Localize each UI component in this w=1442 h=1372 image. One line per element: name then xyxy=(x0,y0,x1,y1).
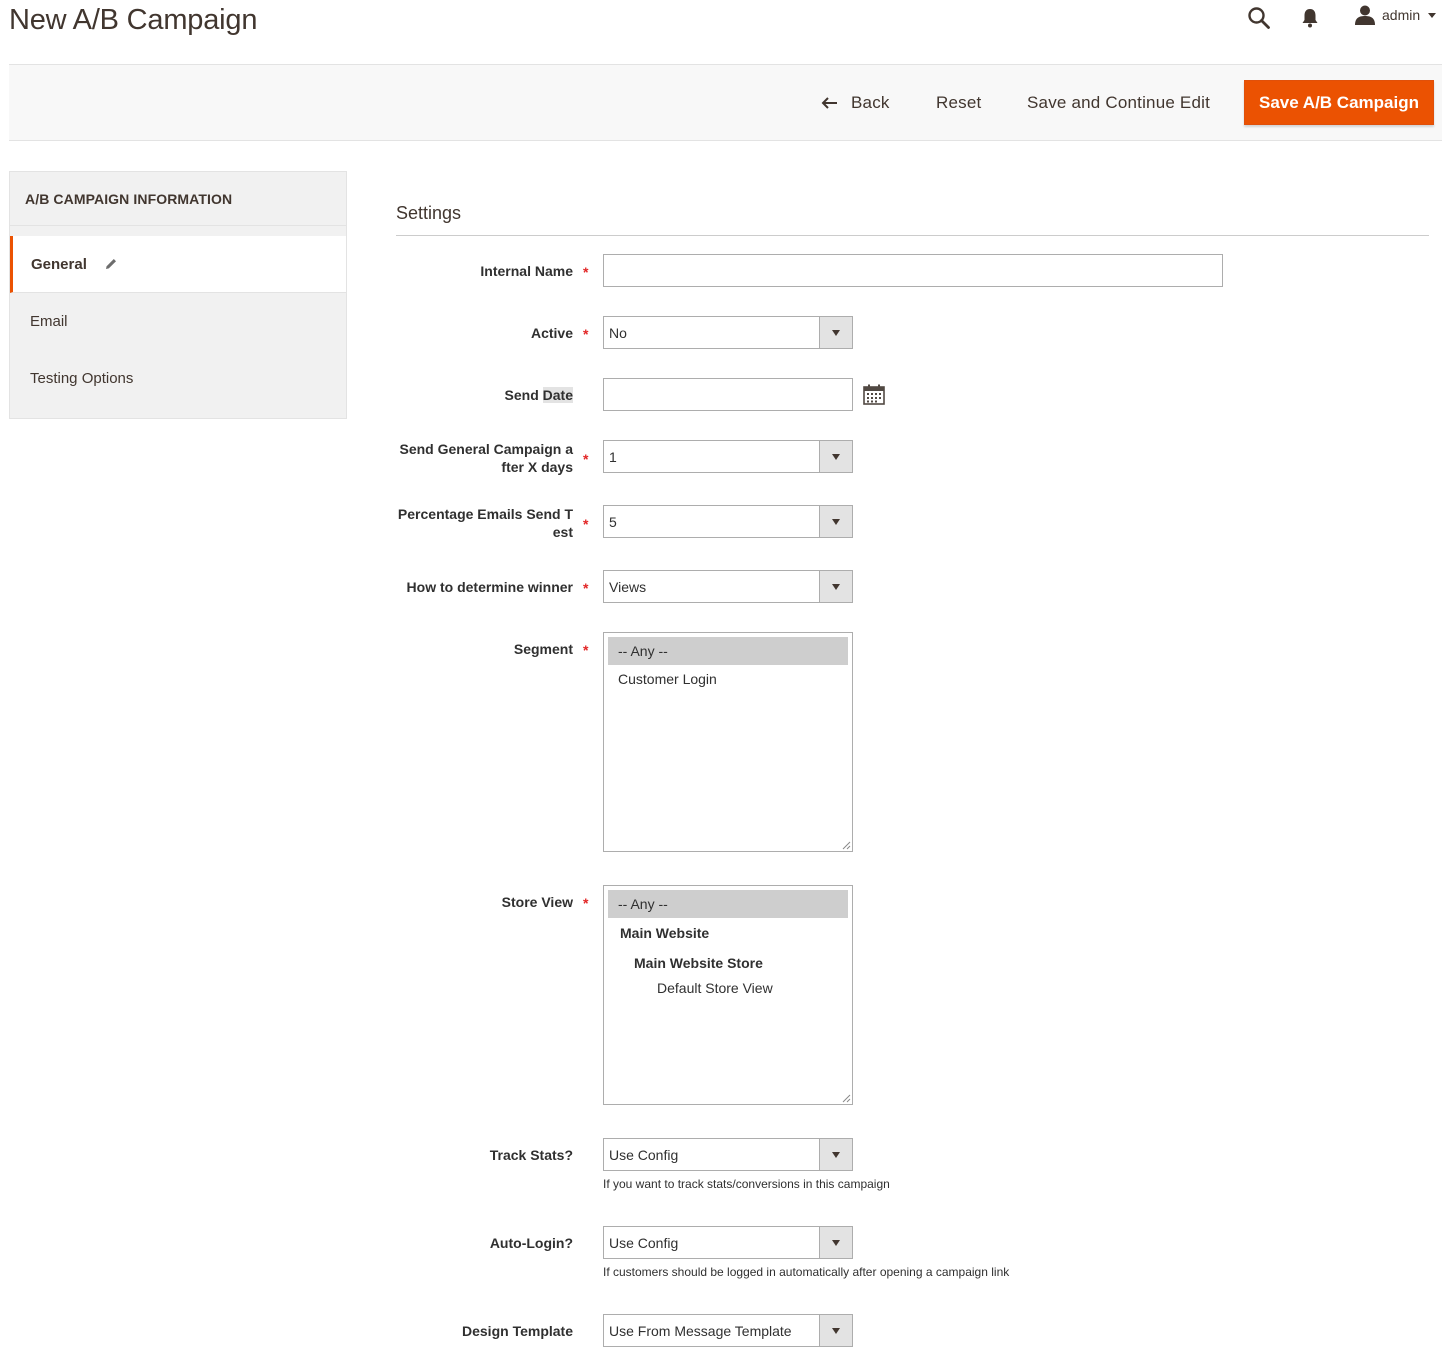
reset-button[interactable]: Reset xyxy=(936,65,981,141)
chevron-down-icon xyxy=(819,571,852,602)
resize-grip-icon[interactable] xyxy=(842,1094,851,1103)
store-view-label: Store View xyxy=(501,894,573,910)
auto-login-value: Use Config xyxy=(609,1234,679,1251)
search-icon[interactable] xyxy=(1247,6,1271,30)
store-view-group-website: Main Website xyxy=(620,925,710,941)
design-template-value: Use From Message Template xyxy=(609,1322,792,1339)
back-button[interactable]: Back xyxy=(821,65,890,141)
auto-login-select[interactable]: Use Config xyxy=(603,1226,853,1259)
store-view-multiselect[interactable]: -- Any -- Main Website Main Website Stor… xyxy=(603,885,853,1105)
send-date-label-part1: Send xyxy=(504,387,543,403)
save-campaign-button[interactable]: Save A/B Campaign xyxy=(1244,80,1434,125)
pencil-icon xyxy=(105,259,116,269)
send-general-label-line1: Send General Campaign a xyxy=(399,441,574,457)
sidebar-item-general[interactable]: General xyxy=(10,236,346,293)
user-menu[interactable]: admin xyxy=(1354,4,1437,26)
send-date-label-part2: Date xyxy=(542,387,573,403)
active-label: Active xyxy=(530,325,573,341)
chevron-down-icon xyxy=(819,506,852,537)
internal-name-label: Internal Name xyxy=(480,263,573,279)
active-select[interactable]: No xyxy=(603,316,853,349)
winner-value: Views xyxy=(609,578,647,595)
design-template-select[interactable]: Use From Message Template xyxy=(603,1314,853,1347)
internal-name-input[interactable] xyxy=(603,254,1223,287)
track-stats-select[interactable]: Use Config xyxy=(603,1138,853,1171)
chevron-down-icon xyxy=(819,317,852,348)
auto-login-note: If customers should be logged in automat… xyxy=(603,1265,1010,1279)
winner-label: How to determine winner xyxy=(406,579,573,595)
segment-option-any[interactable]: -- Any -- xyxy=(608,637,848,665)
chevron-down-icon xyxy=(819,1315,852,1346)
save-continue-button[interactable]: Save and Continue Edit xyxy=(1027,65,1210,141)
percentage-select[interactable]: 5 xyxy=(603,505,853,538)
required-marker: * xyxy=(583,326,589,342)
user-icon xyxy=(1355,5,1375,25)
send-general-label-line2: fter X days xyxy=(501,459,573,475)
send-date-label: Send Date xyxy=(396,386,573,404)
store-view-option-default[interactable]: Default Store View xyxy=(608,978,848,1000)
active-value: No xyxy=(609,324,627,341)
percentage-value: 5 xyxy=(609,513,617,530)
sidebar-title: A/B Campaign Information xyxy=(10,172,346,226)
campaign-info-sidebar: A/B Campaign Information General Email T… xyxy=(9,171,347,419)
send-general-value: 1 xyxy=(609,448,617,465)
required-marker: * xyxy=(583,642,589,658)
percentage-label-line1: Percentage Emails Send T xyxy=(397,506,573,522)
percentage-label: Percentage Emails Send T est xyxy=(396,505,573,541)
page-actions-toolbar: Back Reset Save and Continue Edit Save A… xyxy=(9,64,1442,141)
send-general-select[interactable]: 1 xyxy=(603,440,853,473)
settings-title: Settings xyxy=(396,203,462,223)
send-general-label: Send General Campaign a fter X days xyxy=(396,440,574,476)
track-stats-value: Use Config xyxy=(609,1146,679,1163)
bell-icon[interactable] xyxy=(1300,7,1320,29)
page-title: New A/B Campaign xyxy=(9,4,258,36)
sidebar-item-label: Testing Options xyxy=(30,370,134,387)
sidebar-item-label: Email xyxy=(30,313,68,330)
chevron-down-icon xyxy=(819,441,852,472)
sidebar-item-email[interactable]: Email xyxy=(10,293,346,350)
percentage-label-line2: est xyxy=(552,524,573,540)
header-actions: admin xyxy=(1222,0,1442,34)
winner-select[interactable]: Views xyxy=(603,570,853,603)
sidebar-item-label: General xyxy=(31,255,87,273)
required-marker: * xyxy=(583,264,589,280)
back-label: Back xyxy=(851,93,890,112)
segment-multiselect[interactable]: -- Any -- Customer Login xyxy=(603,632,853,852)
segment-label: Segment xyxy=(513,641,573,657)
calendar-icon[interactable] xyxy=(863,384,885,405)
store-view-group-store: Main Website Store xyxy=(634,955,763,971)
settings-divider xyxy=(396,235,1429,236)
send-date-input[interactable] xyxy=(603,378,853,411)
arrow-left-icon xyxy=(821,97,837,109)
required-marker: * xyxy=(583,516,589,532)
chevron-down-icon xyxy=(1428,12,1437,18)
chevron-down-icon xyxy=(819,1227,852,1258)
required-marker: * xyxy=(583,895,589,911)
auto-login-label: Auto-Login? xyxy=(489,1235,573,1251)
store-view-option-any[interactable]: -- Any -- xyxy=(608,890,848,918)
chevron-down-icon xyxy=(819,1139,852,1170)
track-stats-label: Track Stats? xyxy=(489,1147,573,1163)
required-marker: * xyxy=(583,580,589,596)
sidebar-item-testing-options[interactable]: Testing Options xyxy=(10,350,346,407)
segment-option-customer-login[interactable]: Customer Login xyxy=(608,665,848,693)
resize-grip-icon[interactable] xyxy=(842,841,851,850)
design-template-label: Design Template xyxy=(462,1323,573,1339)
track-stats-note: If you want to track stats/conversions i… xyxy=(603,1177,890,1191)
required-marker: * xyxy=(583,451,589,467)
user-name: admin xyxy=(1382,7,1421,23)
